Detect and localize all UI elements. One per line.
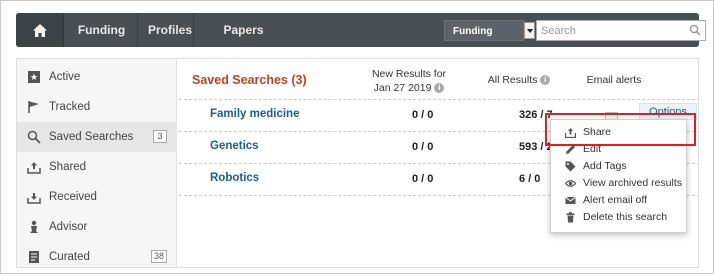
header-line: Jan 27 2019 i — [354, 81, 464, 95]
header-line: New Results for — [371, 68, 447, 80]
menu-item-add-tags[interactable]: Add Tags — [551, 158, 686, 175]
document-icon — [29, 251, 39, 263]
new-results-value: 0 / 0 — [412, 109, 434, 121]
person-icon — [30, 220, 38, 233]
search-name-link[interactable]: Genetics — [210, 140, 259, 152]
chevron-down-icon[interactable] — [524, 22, 535, 39]
menu-item-alert-email-off[interactable]: Alert email off — [551, 192, 686, 209]
eye-icon — [565, 180, 576, 187]
search-name-link[interactable]: Robotics — [210, 172, 259, 184]
search-scope-select[interactable]: Funding — [444, 20, 524, 41]
envelope-icon — [565, 196, 576, 204]
sidebar-item-label: Curated — [49, 251, 90, 263]
sidebar-item-advisor[interactable]: Advisor — [17, 212, 177, 242]
home-button[interactable] — [16, 13, 64, 47]
nav-papers-invited[interactable]: Papers Invited — [196, 13, 291, 71]
top-navbar: Funding Profiles Papers Invited Funding — [16, 13, 706, 71]
info-icon[interactable]: i — [434, 83, 445, 94]
sidebar-item-saved-searches[interactable]: Saved Searches 3 — [17, 122, 177, 152]
trash-icon — [566, 212, 575, 223]
nav-profiles[interactable]: Profiles — [140, 13, 194, 47]
magnifier-icon — [27, 130, 41, 144]
sidebar-item-received[interactable]: Received — [17, 182, 177, 212]
highlight-box — [545, 113, 696, 146]
tag-icon — [565, 161, 576, 172]
count-badge: 3 — [153, 130, 167, 143]
menu-item-label: Alert email off — [583, 194, 647, 206]
sidebar-item-label: Shared — [49, 161, 87, 173]
column-header-new-results: New Results for Jan 27 2019 i — [354, 67, 464, 95]
menu-item-label: View archived results — [583, 177, 683, 189]
menu-item-label: Delete this search — [583, 211, 668, 223]
title-count: (3) — [291, 73, 307, 87]
sidebar-item-curated[interactable]: Curated 38 — [17, 242, 177, 267]
sidebar-item-label: Advisor — [49, 221, 88, 233]
search-bar: Funding — [444, 20, 707, 41]
sidebar-item-label: Active — [49, 71, 81, 83]
sidebar-item-label: Received — [49, 191, 97, 203]
sidebar-item-label: Saved Searches — [49, 131, 134, 143]
sidebar: Active Tracked Saved Searches 3 Shared R… — [17, 59, 177, 267]
screenshot-frame: Funding Profiles Papers Invited Funding … — [0, 0, 714, 274]
sidebar-item-tracked[interactable]: Tracked — [17, 92, 177, 122]
flag-icon — [28, 101, 39, 113]
sidebar-item-shared[interactable]: Shared — [17, 152, 177, 182]
menu-item-delete[interactable]: Delete this search — [551, 209, 686, 226]
search-name-link[interactable]: Family medicine — [210, 108, 299, 120]
share-tray-icon — [27, 162, 41, 174]
header-date: Jan 27 2019 — [373, 82, 432, 94]
sidebar-item-active[interactable]: Active — [17, 62, 177, 92]
count-badge: 38 — [150, 250, 167, 263]
menu-item-view-archived[interactable]: View archived results — [551, 175, 686, 192]
nav-funding[interactable]: Funding — [66, 13, 138, 47]
page-title: Saved Searches (3) — [192, 73, 307, 87]
menu-item-label: Add Tags — [583, 160, 627, 172]
home-icon — [32, 23, 47, 37]
header-text: All Results — [487, 74, 538, 86]
search-icon[interactable] — [689, 24, 701, 36]
search-input[interactable] — [536, 20, 706, 41]
new-results-value: 0 / 0 — [412, 141, 434, 153]
star-box-icon — [28, 71, 40, 83]
column-header-all-results: All Results i — [479, 73, 559, 87]
column-header-email-alerts: Email alerts — [586, 74, 642, 86]
sidebar-item-label: Tracked — [49, 101, 91, 113]
info-icon[interactable]: i — [540, 75, 551, 86]
title-text: Saved Searches — [192, 73, 288, 87]
new-results-value: 0 / 0 — [412, 173, 434, 185]
inbox-tray-icon — [27, 193, 41, 204]
